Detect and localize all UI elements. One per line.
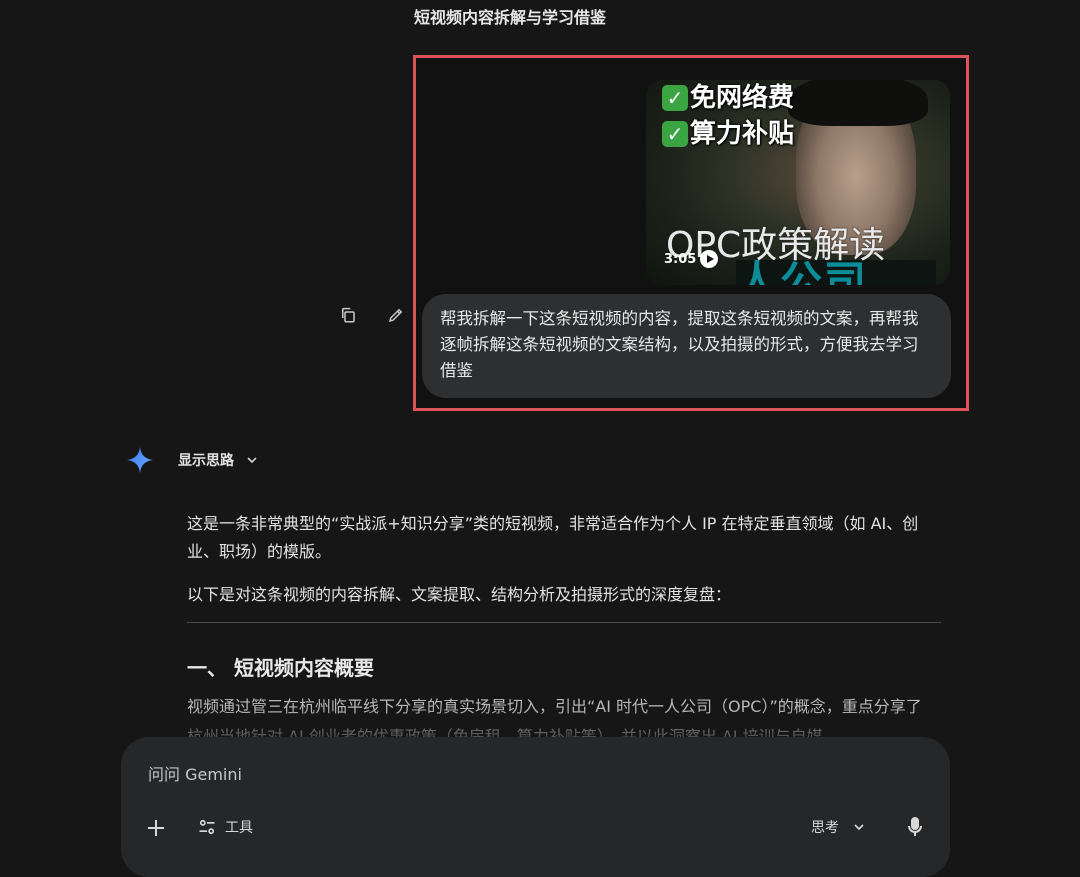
copy-icon [342, 307, 355, 323]
tools-label: 工具 [225, 820, 253, 836]
tools-icon [199, 819, 215, 835]
checkmark-icon: ✓ [662, 121, 688, 147]
pencil-icon [388, 308, 403, 323]
mode-selector[interactable]: 思考 [811, 817, 867, 837]
play-icon[interactable] [700, 250, 719, 268]
video-overlay-line-1-text: 免网络费 [690, 83, 795, 113]
checkmark-icon: ✓ [662, 85, 688, 111]
video-overlay-line-1: ✓ 免网络费 [662, 82, 794, 114]
edit-button[interactable] [383, 302, 409, 328]
show-thinking-toggle[interactable]: 显示思路 [178, 448, 260, 472]
response-paragraph: 这是一条非常典型的“实战派+知识分享”类的短视频，非常适合作为个人 IP 在特定… [187, 514, 919, 561]
video-overlay-line-2: ✓ 算力补贴 [662, 118, 794, 150]
response-heading: 一、 短视频内容概要 [187, 656, 374, 680]
copy-button[interactable] [335, 302, 361, 328]
video-thumbnail[interactable]: 人公司 ✓ 免网络费 ✓ 算力补贴 OPC政策解读 3:05 [646, 80, 950, 285]
video-overlay-line-2-text: 算力补贴 [690, 119, 795, 149]
chevron-down-icon [854, 824, 864, 831]
response-paragraph: 以下是对这条视频的内容拆解、文案提取、结构分析及拍摄形式的深度复盘： [187, 585, 732, 604]
conversation-title: 短视频内容拆解与学习借鉴 [414, 8, 607, 27]
video-duration-text: 3:05 [664, 251, 697, 267]
video-duration: 3:05 [664, 250, 719, 268]
user-message-bubble: 帮我拆解一下这条短视频的内容，提取这条短视频的文案，再帮我逐帧拆解这条短视频的文… [422, 294, 951, 398]
divider [187, 622, 941, 623]
prompt-composer[interactable]: 问问 Gemini 工具 思考 [121, 737, 950, 877]
prompt-input[interactable]: 问问 Gemini [148, 761, 242, 785]
plus-icon[interactable] [144, 816, 168, 840]
chevron-down-icon [247, 457, 257, 464]
microphone-icon[interactable] [903, 815, 927, 839]
tools-button[interactable]: 工具 [197, 817, 253, 837]
gemini-spark-icon [127, 447, 153, 473]
show-thinking-label: 显示思路 [178, 453, 234, 469]
mode-label: 思考 [811, 820, 839, 836]
presenter-hair [788, 80, 928, 126]
